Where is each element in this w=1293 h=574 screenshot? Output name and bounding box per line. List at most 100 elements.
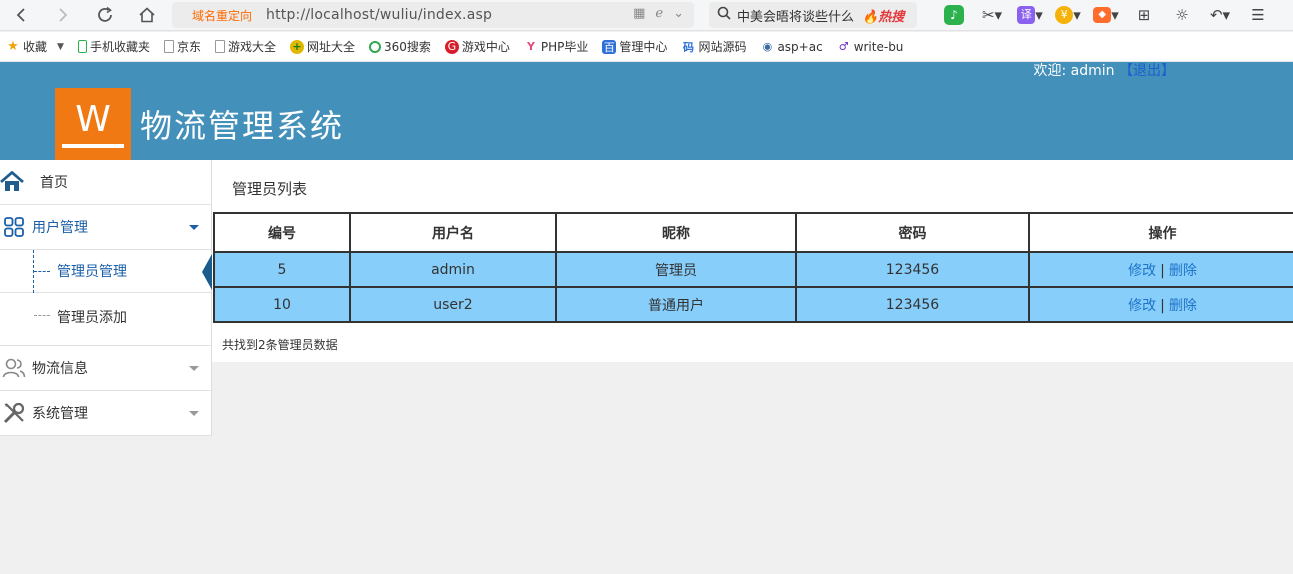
sidebar-item-user-management[interactable]: 用户管理 <box>0 205 211 250</box>
edit-link[interactable]: 修改 <box>1128 298 1156 314</box>
sidebar-item-label: 管理员添加 <box>57 310 127 326</box>
column-header-username: 用户名 <box>349 212 557 253</box>
table-row: 5 admin 管理员 123456 修改 | 删除 <box>213 251 1293 288</box>
globe-icon: + <box>289 39 304 54</box>
welcome-prefix: 欢迎: <box>1033 63 1067 79</box>
php-icon: Y <box>526 40 535 53</box>
bookmark-favorites[interactable]: ★ 收藏 ▼ <box>6 38 64 55</box>
url-text[interactable]: http://localhost/wuliu/index.asp <box>266 7 492 23</box>
table-header-row: 编号 用户名 昵称 密码 操作 <box>213 212 1293 253</box>
active-pointer-icon <box>202 254 212 290</box>
reload-button[interactable] <box>84 0 126 31</box>
game-icon[interactable]: ◆ ▾ <box>1087 4 1125 26</box>
sidebar-subitem-admin-management[interactable]: 管理员管理 <box>0 250 212 293</box>
cell-id: 5 <box>213 251 351 288</box>
cell-nickname: 管理员 <box>555 251 797 288</box>
search-input[interactable]: 中美会晤将谈些什么 <box>737 6 854 25</box>
sidebar-item-label: 用户管理 <box>32 220 88 236</box>
address-bar[interactable]: 域名重定向 http://localhost/wuliu/index.asp ▦… <box>172 2 694 28</box>
app-header: W 物流管理系统 欢迎: admin 【退出】 <box>0 62 1293 160</box>
column-header-password: 密码 <box>795 212 1030 253</box>
bookmark-item[interactable]: 游戏大全 <box>214 38 276 55</box>
hot-search-label: 🔥热搜 <box>862 9 905 25</box>
logout-link[interactable]: 【退出】 <box>1119 63 1175 79</box>
cell-actions: 修改 | 删除 <box>1028 251 1293 288</box>
browser-toolbar: 域名重定向 http://localhost/wuliu/index.asp ▦… <box>0 0 1293 31</box>
scissors-icon[interactable]: ✂▾ <box>973 4 1011 26</box>
caret-down-icon <box>189 366 199 371</box>
cell-password: 123456 <box>795 286 1030 323</box>
cell-actions: 修改 | 删除 <box>1028 286 1293 323</box>
page-title: 管理员列表 <box>232 180 308 198</box>
delete-link[interactable]: 删除 <box>1169 263 1197 279</box>
qr-code-icon[interactable]: ▦ <box>633 6 645 21</box>
bookmark-item[interactable]: ◉ asp+ac <box>760 40 823 54</box>
cell-id: 10 <box>213 286 351 323</box>
welcome-text: 欢迎: admin 【退出】 <box>1034 62 1176 80</box>
bookmark-item[interactable]: 360搜索 <box>369 38 431 55</box>
back-button[interactable] <box>0 0 42 31</box>
caret-down-icon <box>189 225 199 230</box>
bookmark-item[interactable]: 手机收藏夹 <box>77 38 150 55</box>
bookmark-item[interactable]: 码网站源码 <box>681 38 747 55</box>
home-icon <box>0 170 24 194</box>
tools-icon <box>2 401 26 425</box>
bookmark-item[interactable]: G 游戏中心 <box>444 38 510 55</box>
app-title: 物流管理系统 <box>140 107 345 145</box>
chevron-down-icon[interactable]: ⌄ <box>673 6 684 21</box>
undo-icon[interactable]: ↶▾ <box>1201 4 1239 26</box>
menu-icon[interactable]: ☰ <box>1239 4 1277 26</box>
cell-password: 123456 <box>795 251 1030 288</box>
sidebar-subitem-admin-add[interactable]: 管理员添加 <box>0 293 211 345</box>
cell-nickname: 普通用户 <box>555 286 797 323</box>
ie-mode-icon[interactable]: ℯ <box>655 6 663 21</box>
delete-link[interactable]: 删除 <box>1169 298 1197 314</box>
apps-icon[interactable]: ⊞ <box>1125 4 1163 26</box>
browser-tools: ♪ ✂▾ 译 ▾ ¥ ▾ ◆ ▾ ⊞ ☼ ↶▾ ☰ <box>935 4 1277 26</box>
home-button[interactable] <box>126 0 168 31</box>
logo-underline <box>62 144 124 148</box>
search-icon <box>717 6 731 24</box>
grid-icon <box>2 215 26 239</box>
bookmarks-bar: ★ 收藏 ▼ 手机收藏夹 京东 游戏大全 + 网址大全 360搜索 G 游戏中心 Y PH… <box>0 32 1293 62</box>
main-content: 管理员列表 编号 用户名 昵称 密码 操作 5 admin 管理员 123456… <box>212 160 1293 362</box>
edit-link[interactable]: 修改 <box>1128 263 1156 279</box>
sidebar: 首页 用户管理 管理员管理 管理员添加 物流信息 系统管理 <box>0 160 212 436</box>
column-header-actions: 操作 <box>1028 212 1293 253</box>
bookmark-item[interactable]: ♂ write-bu <box>837 40 904 54</box>
sidebar-item-system[interactable]: 系统管理 <box>0 391 211 436</box>
brightness-icon[interactable]: ☼ <box>1163 4 1201 26</box>
cell-username: user2 <box>349 286 557 323</box>
bookmark-item[interactable]: Y PHP毕业 <box>524 38 588 55</box>
sidebar-item-label: 系统管理 <box>32 406 88 422</box>
source-code-icon: 码 <box>682 40 694 54</box>
table-row: 10 user2 普通用户 123456 修改 | 删除 <box>213 286 1293 323</box>
write-icon: ♂ <box>838 40 849 53</box>
translate-icon[interactable]: 译 ▾ <box>1011 4 1049 26</box>
sidebar-item-home[interactable]: 首页 <box>0 160 211 205</box>
page-icon <box>163 40 174 53</box>
search-box[interactable]: 中美会晤将谈些什么 🔥热搜 <box>709 2 917 28</box>
result-summary: 共找到2条管理员数据 <box>222 338 338 352</box>
app-logo: W <box>55 88 131 160</box>
cell-username: admin <box>349 251 557 288</box>
column-header-id: 编号 <box>213 212 351 253</box>
bookmark-item[interactable]: + 网址大全 <box>289 38 355 55</box>
sidebar-item-label: 物流信息 <box>32 361 88 377</box>
forward-button[interactable] <box>42 0 84 31</box>
admin-table: 编号 用户名 昵称 密码 操作 5 admin 管理员 123456 修改 | 删除… <box>213 212 1293 323</box>
redirect-label: 域名重定向 <box>192 8 253 23</box>
admin-center-icon: 百 <box>602 39 617 54</box>
game-center-icon: G <box>444 39 459 54</box>
sidebar-item-logistics[interactable]: 物流信息 <box>0 346 211 391</box>
bookmark-item[interactable]: 京东 <box>163 38 201 55</box>
page-icon <box>214 40 225 53</box>
wallet-icon[interactable]: ¥ ▾ <box>1049 4 1087 26</box>
bookmark-item[interactable]: 百管理中心 <box>602 38 667 55</box>
logo-letter: W <box>75 99 111 140</box>
column-header-nickname: 昵称 <box>555 212 797 253</box>
sidebar-item-label: 首页 <box>40 175 68 191</box>
qq-music-icon[interactable]: ♪ <box>935 4 973 26</box>
asp-icon: ◉ <box>762 40 773 53</box>
current-username: admin <box>1070 63 1115 79</box>
